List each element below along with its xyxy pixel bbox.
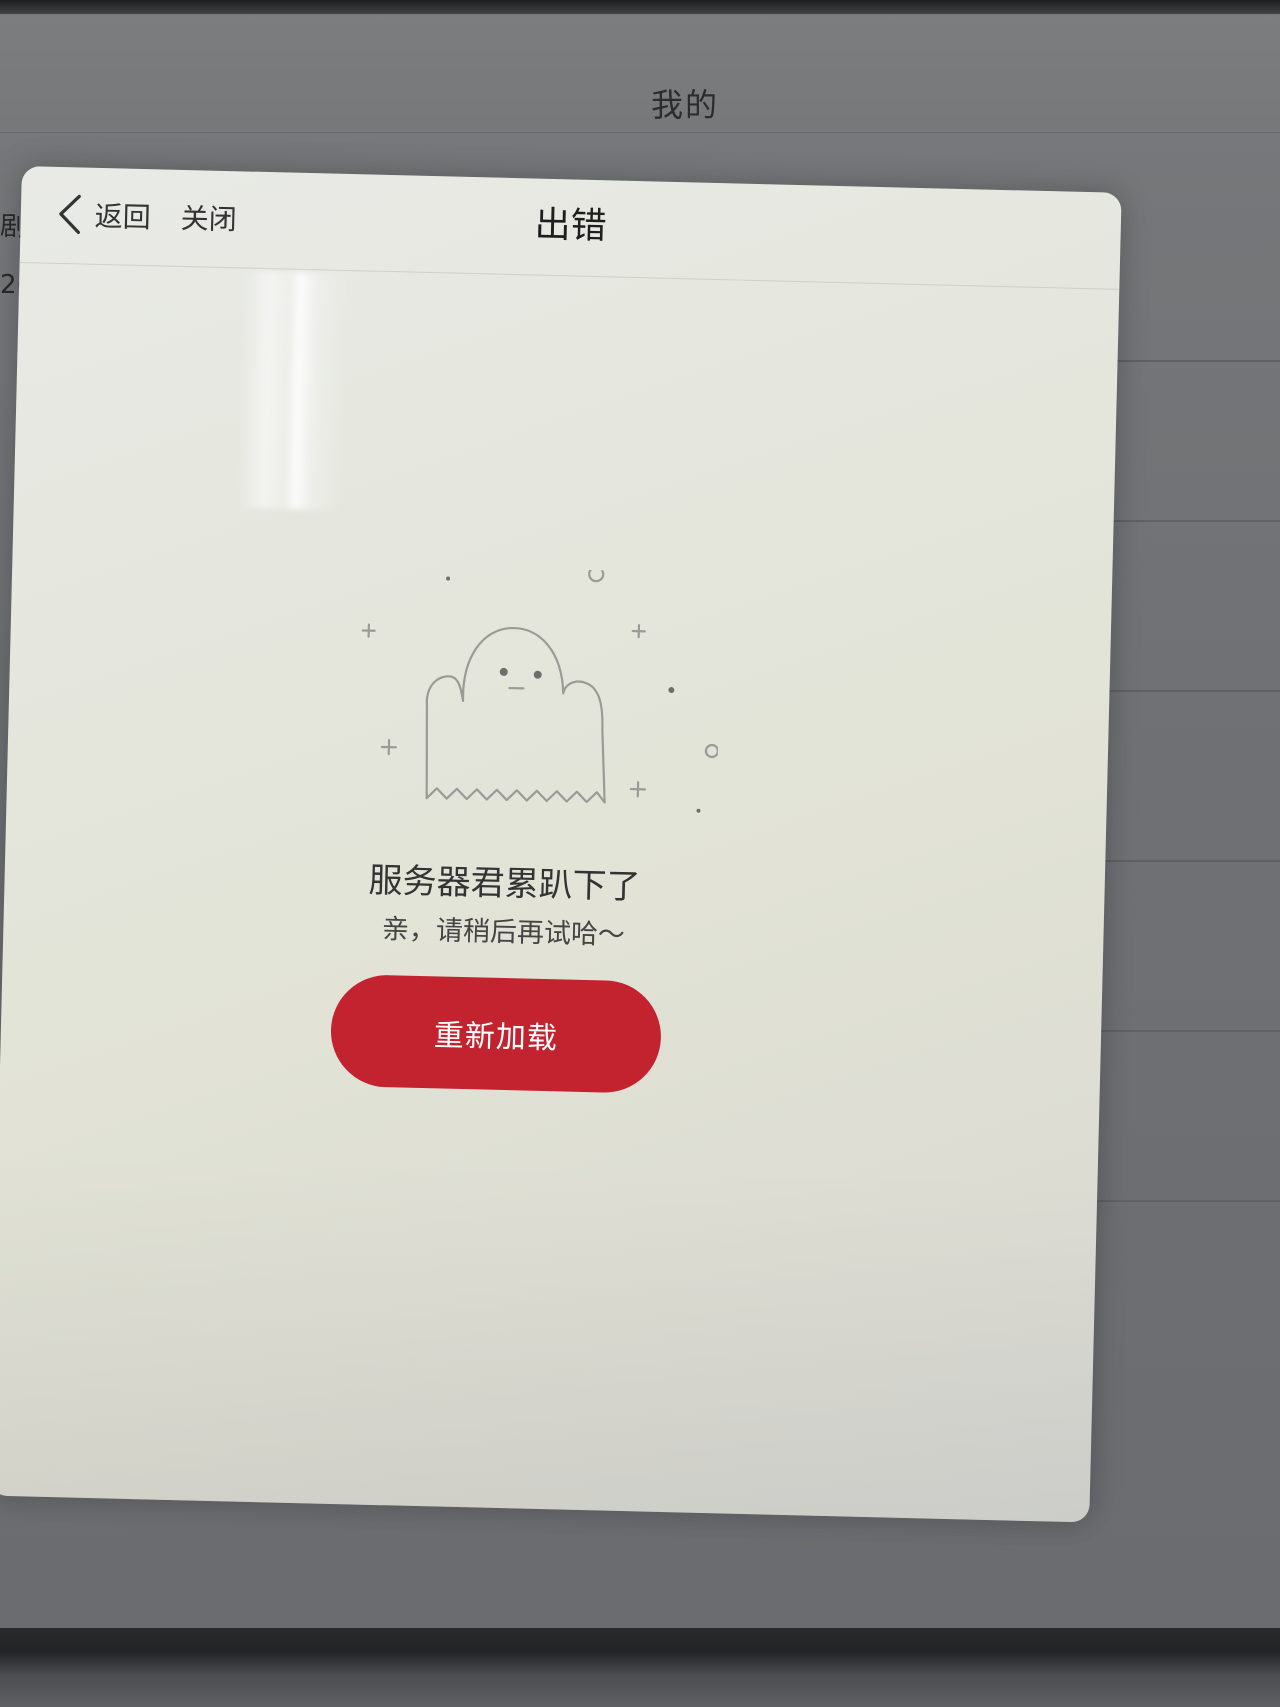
- background-row-divider: [1080, 1030, 1280, 1032]
- background-row-divider: [1080, 1200, 1280, 1202]
- screen: 我的 剧 2( 返回 关闭 出错 服务器君累趴下了 亲，请稍后再试哈～ 重新加载: [0, 0, 1280, 1707]
- background-row-divider: [1080, 860, 1280, 862]
- error-heading: 服务器君累趴下了: [368, 860, 642, 908]
- close-button[interactable]: 关闭: [180, 192, 237, 243]
- chevron-left-icon: [54, 192, 85, 237]
- error-subtext: 亲，请稍后再试哈～: [381, 914, 626, 951]
- back-label: 返回: [94, 199, 152, 235]
- background-row-divider: [1080, 690, 1280, 692]
- reload-button[interactable]: 重新加载: [329, 973, 663, 1094]
- error-modal: 返回 关闭 出错 服务器君累趴下了 亲，请稍后再试哈～ 重新加载: [0, 166, 1122, 1523]
- modal-bottom-shade: [0, 1145, 1098, 1523]
- screen-glare: [237, 271, 348, 510]
- background-page-title: 我的: [650, 86, 719, 124]
- back-button[interactable]: 返回: [54, 189, 151, 241]
- device-bezel-bottom: [0, 1628, 1280, 1707]
- ghost-icon: [336, 564, 722, 833]
- modal-title: 出错: [534, 204, 608, 248]
